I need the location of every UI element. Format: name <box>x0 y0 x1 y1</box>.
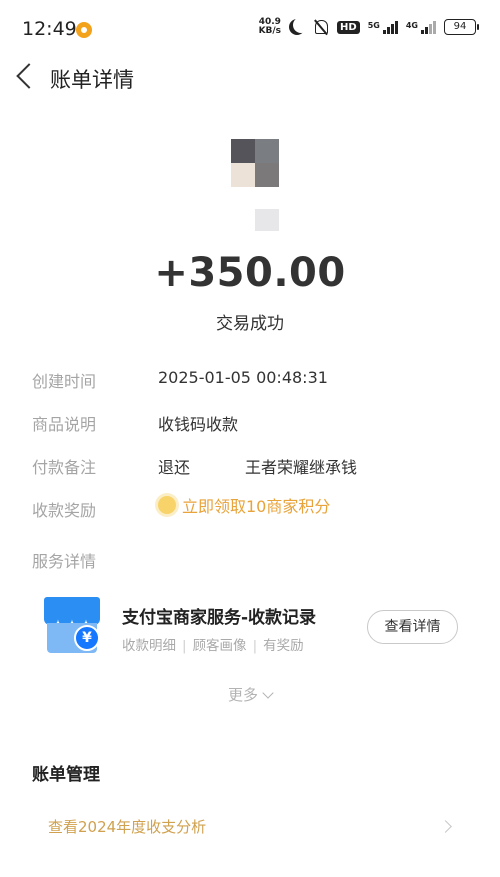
remark-value-b: 王者荣耀继承钱 <box>245 458 358 477</box>
service-title[interactable]: 支付宝商家服务-收款记录 <box>122 603 316 628</box>
status-time: 12:49 <box>22 18 77 40</box>
merchant-name-redacted <box>255 209 279 231</box>
service-tag: 顾客画像 <box>192 638 247 654</box>
net-label-5g: 5G <box>367 20 380 30</box>
reward-label: 收款奖励 <box>32 501 97 520</box>
status-bar: 12:49 40.9 KB/s HD 5G 4G 94 <box>0 0 500 56</box>
bill-amount: +350.00 <box>154 250 346 296</box>
more-toggle[interactable]: 更多 <box>0 684 500 705</box>
service-details-label: 服务详情 <box>32 552 97 571</box>
net-label-4g: 4G <box>405 20 418 30</box>
description-label: 商品说明 <box>32 415 97 434</box>
hd-badge: HD <box>337 20 360 34</box>
chevron-right-icon[interactable] <box>439 820 452 833</box>
status-icons: 40.9 KB/s HD 5G 4G 94 <box>259 17 479 36</box>
merchant-store-icon: ¥ <box>44 597 100 655</box>
nav-bar: 账单详情 <box>0 56 500 100</box>
bill-management-title: 账单管理 <box>32 765 100 785</box>
service-tags: 收款明细 | 顾客画像 | 有奖励 <box>122 638 304 654</box>
chevron-down-icon <box>262 687 274 699</box>
transaction-status: 交易成功 <box>216 314 284 334</box>
back-arrow-icon[interactable] <box>16 63 42 89</box>
moon-icon <box>293 17 309 33</box>
coin-icon <box>158 496 176 514</box>
yen-icon: ¥ <box>74 625 100 651</box>
eye-icon <box>76 22 92 38</box>
description-value: 收钱码收款 <box>158 415 239 434</box>
bell-muted-icon <box>313 19 329 35</box>
service-tag: 有奖励 <box>263 638 304 654</box>
reward-link[interactable]: 立即领取10商家积分 <box>158 493 330 517</box>
remark-label: 付款备注 <box>32 458 97 477</box>
more-label: 更多 <box>227 686 258 704</box>
signal-5g-icon: 5G <box>367 20 398 34</box>
annual-analysis-link[interactable]: 查看2024年度收支分析 <box>48 816 206 837</box>
reward-text: 立即领取10商家积分 <box>182 497 331 516</box>
created-time-value: 2025-01-05 00:48:31 <box>158 368 328 387</box>
net-speed: 40.9 KB/s <box>259 18 281 36</box>
service-tag: 收款明细 <box>122 638 176 654</box>
signal-4g-icon: 4G <box>405 20 436 34</box>
net-speed-unit: KB/s <box>258 26 282 36</box>
page-title: 账单详情 <box>50 68 134 92</box>
remark-value-a: 退还 <box>158 458 191 477</box>
merchant-avatar <box>231 139 279 187</box>
view-details-button[interactable]: 查看详情 <box>367 610 458 644</box>
created-time-label: 创建时间 <box>32 372 97 391</box>
battery-icon: 94 <box>444 19 479 35</box>
